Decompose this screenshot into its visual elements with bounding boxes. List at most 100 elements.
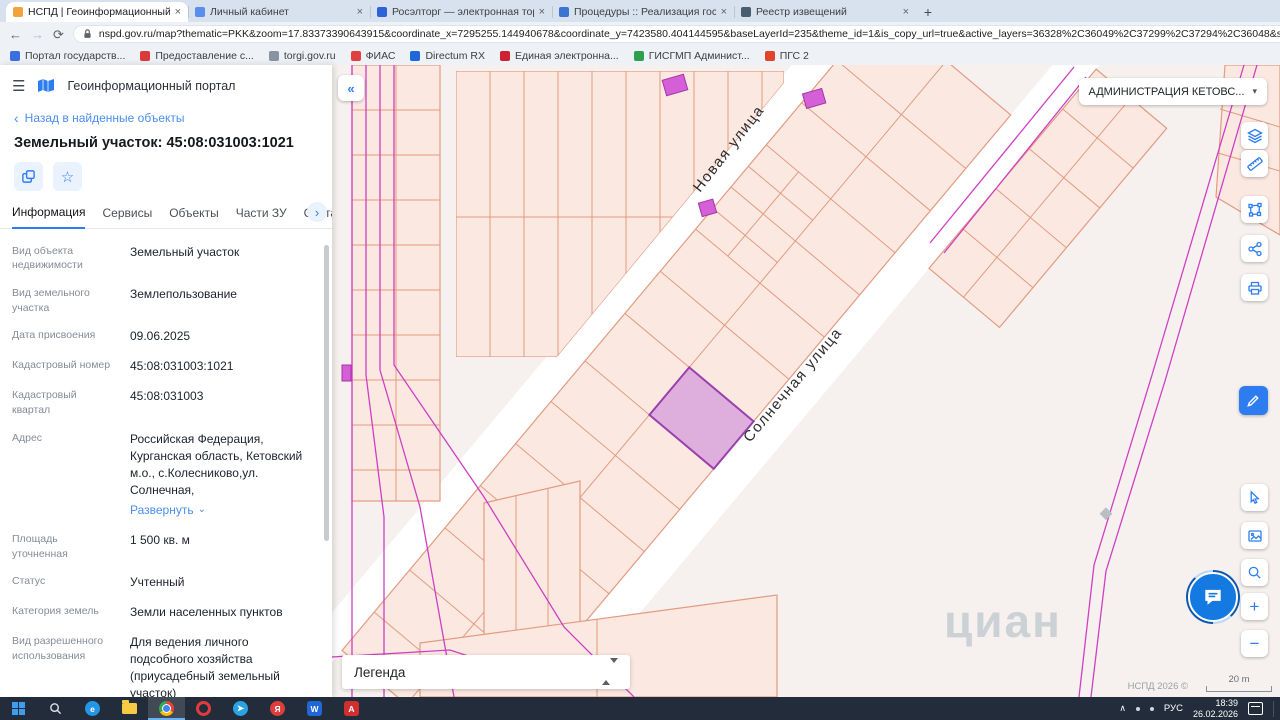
field-value: Земли населенных пунктов — [130, 605, 283, 620]
image-icon — [1247, 529, 1262, 542]
taskbar-app-pdf[interactable]: A — [333, 697, 370, 720]
zoom-out-button[interactable]: − — [1241, 630, 1268, 657]
url-field[interactable]: nspd.gov.ru/map?thematic=PKK&zoom=17.833… — [72, 25, 1280, 43]
panel-header: ☰ Геоинформационный портал — [0, 65, 332, 104]
hidden-icons-chevron[interactable]: ∧ — [1119, 703, 1126, 714]
legend-bar[interactable]: Легенда — [342, 655, 630, 689]
object-info-panel: ☰ Геоинформационный портал ‹ Назад в най… — [0, 65, 332, 697]
support-chat-button[interactable] — [1186, 570, 1240, 624]
menu-icon[interactable]: ☰ — [12, 77, 25, 95]
back-to-results-link[interactable]: ‹ Назад в найденные объекты — [0, 104, 332, 126]
browser-tabstrip: НСПД | Геоинформационный п × Личный каби… — [0, 0, 1280, 22]
bookmark-item[interactable]: torgi.gov.ru — [268, 49, 336, 62]
identify-object-button[interactable] — [1241, 559, 1268, 586]
browser-tab[interactable]: НСПД | Геоинформационный п × — [6, 2, 188, 22]
field-label: Вид земельного участка — [12, 286, 90, 314]
field-value: 45:08:031003:1021 — [130, 359, 234, 374]
tab-favicon — [377, 7, 387, 17]
field-label: Кадастровый номер — [12, 359, 111, 372]
expand-address-link[interactable]: Развернуть ⌄ — [130, 502, 206, 519]
cadastral-map[interactable]: циан Новая улица Солнечная улица — [332, 65, 1280, 697]
field-row: Адрес Российская Федерация, Курганская о… — [12, 424, 314, 525]
tab-close-icon[interactable]: × — [175, 6, 181, 18]
share-icon — [1247, 241, 1262, 256]
layers-button[interactable] — [1241, 122, 1268, 149]
bookmark-favicon — [633, 50, 644, 61]
browser-tab[interactable]: Росэлторг — электронная торг × — [370, 2, 552, 22]
lock-icon — [84, 29, 91, 38]
pointer-tool-button[interactable] — [1241, 484, 1268, 511]
tab-services[interactable]: Сервисы — [102, 206, 152, 228]
field-value: Для ведения личного подсобного хозяйства… — [130, 635, 280, 697]
tab-close-icon[interactable]: × — [903, 6, 909, 18]
field-row: Категория земель Земли населенных пункто… — [12, 598, 314, 628]
taskbar-app-chrome[interactable] — [148, 697, 185, 720]
measure-area-button[interactable] — [1241, 196, 1268, 223]
windows-logo-icon — [12, 702, 25, 715]
legend-toggle-icon[interactable] — [602, 658, 618, 685]
tab-favicon — [559, 7, 569, 17]
basemap-button[interactable] — [1241, 522, 1268, 549]
tab-information[interactable]: Информация — [12, 205, 86, 229]
ruler-icon — [1246, 156, 1263, 171]
polygon-area-icon — [1247, 202, 1262, 217]
draw-tool-button-active[interactable] — [1239, 386, 1268, 415]
share-button[interactable] — [1241, 235, 1268, 262]
bookmark-item[interactable]: ГИСГМП Админист... — [633, 50, 750, 62]
favorite-button[interactable]: ☆ — [53, 162, 82, 191]
reload-icon[interactable]: ⟳ — [53, 28, 64, 41]
layers-copy-icon — [22, 170, 35, 183]
bookmark-label: torgi.gov.ru — [283, 49, 336, 62]
taskbar-app-yandex[interactable]: Я — [259, 697, 296, 720]
language-indicator[interactable]: РУС — [1164, 703, 1183, 714]
bookmark-item[interactable]: Directum RX — [410, 50, 485, 62]
notification-center-icon[interactable] — [1248, 702, 1263, 715]
telegram-icon: ➤ — [233, 701, 248, 716]
copy-extract-button[interactable] — [14, 162, 43, 191]
browser-tab[interactable]: Процедуры :: Реализация гос × — [552, 2, 734, 22]
bookmark-item[interactable]: Предоставление с... — [140, 50, 254, 62]
panel-scrollbar[interactable] — [324, 245, 329, 541]
parcel-block-left — [351, 65, 441, 502]
back-icon[interactable]: ← — [9, 28, 22, 41]
folder-icon — [122, 700, 137, 714]
taskbar-app-telegram[interactable]: ➤ — [222, 697, 259, 720]
chrome-icon — [159, 701, 174, 716]
show-desktop-sliver[interactable] — [1273, 700, 1274, 717]
collapse-panel-button[interactable]: « — [338, 75, 364, 101]
tab-objects[interactable]: Объекты — [169, 206, 219, 228]
tab-close-icon[interactable]: × — [539, 6, 545, 18]
tab-parcel-parts[interactable]: Части ЗУ — [236, 206, 287, 228]
taskbar-app-opera[interactable] — [185, 697, 222, 720]
tabs-scroll-right-button[interactable]: › — [307, 202, 327, 222]
forward-icon[interactable]: → — [31, 28, 44, 41]
bookmark-item[interactable]: ФИАС — [350, 50, 395, 62]
taskbar-search-button[interactable] — [37, 697, 74, 720]
zoom-in-button[interactable]: + — [1241, 593, 1268, 620]
bookmark-favicon — [410, 50, 421, 61]
bookmark-item[interactable]: ПГС 2 — [764, 50, 809, 62]
tab-close-icon[interactable]: × — [721, 6, 727, 18]
address-text: Российская Федерация, Курганская область… — [130, 431, 303, 497]
new-tab-button[interactable]: + — [916, 2, 940, 22]
measure-button[interactable] — [1241, 150, 1268, 177]
browser-tab[interactable]: Личный кабинет × — [188, 2, 370, 22]
taskbar-app-edge[interactable]: e — [74, 697, 111, 720]
tab-close-icon[interactable]: × — [357, 6, 363, 18]
bookmark-item[interactable]: Портал государств... — [10, 50, 125, 62]
field-label: Адрес — [12, 431, 43, 444]
bookmark-item[interactable]: Единая электронна... — [499, 50, 619, 62]
taskbar-app-word[interactable]: W — [296, 697, 333, 720]
taskbar-app-explorer[interactable] — [111, 697, 148, 720]
tray-icon[interactable] — [1149, 706, 1154, 711]
start-button[interactable] — [0, 697, 37, 720]
chevron-down-icon: ⌄ — [197, 504, 206, 516]
print-button[interactable] — [1241, 274, 1268, 301]
tab-title: Реестр извещений — [756, 6, 847, 18]
taskbar-clock[interactable]: 18:39 26.02.2026 — [1193, 698, 1238, 719]
field-value: Российская Федерация, Курганская область… — [130, 431, 314, 519]
field-value: 09.06.2025 — [130, 329, 191, 344]
organization-dropdown[interactable]: АДМИНИСТРАЦИЯ КЕТОВС... ▾ — [1078, 78, 1267, 105]
browser-tab[interactable]: Реестр извещений × — [734, 2, 916, 22]
tray-icon[interactable] — [1135, 706, 1140, 711]
